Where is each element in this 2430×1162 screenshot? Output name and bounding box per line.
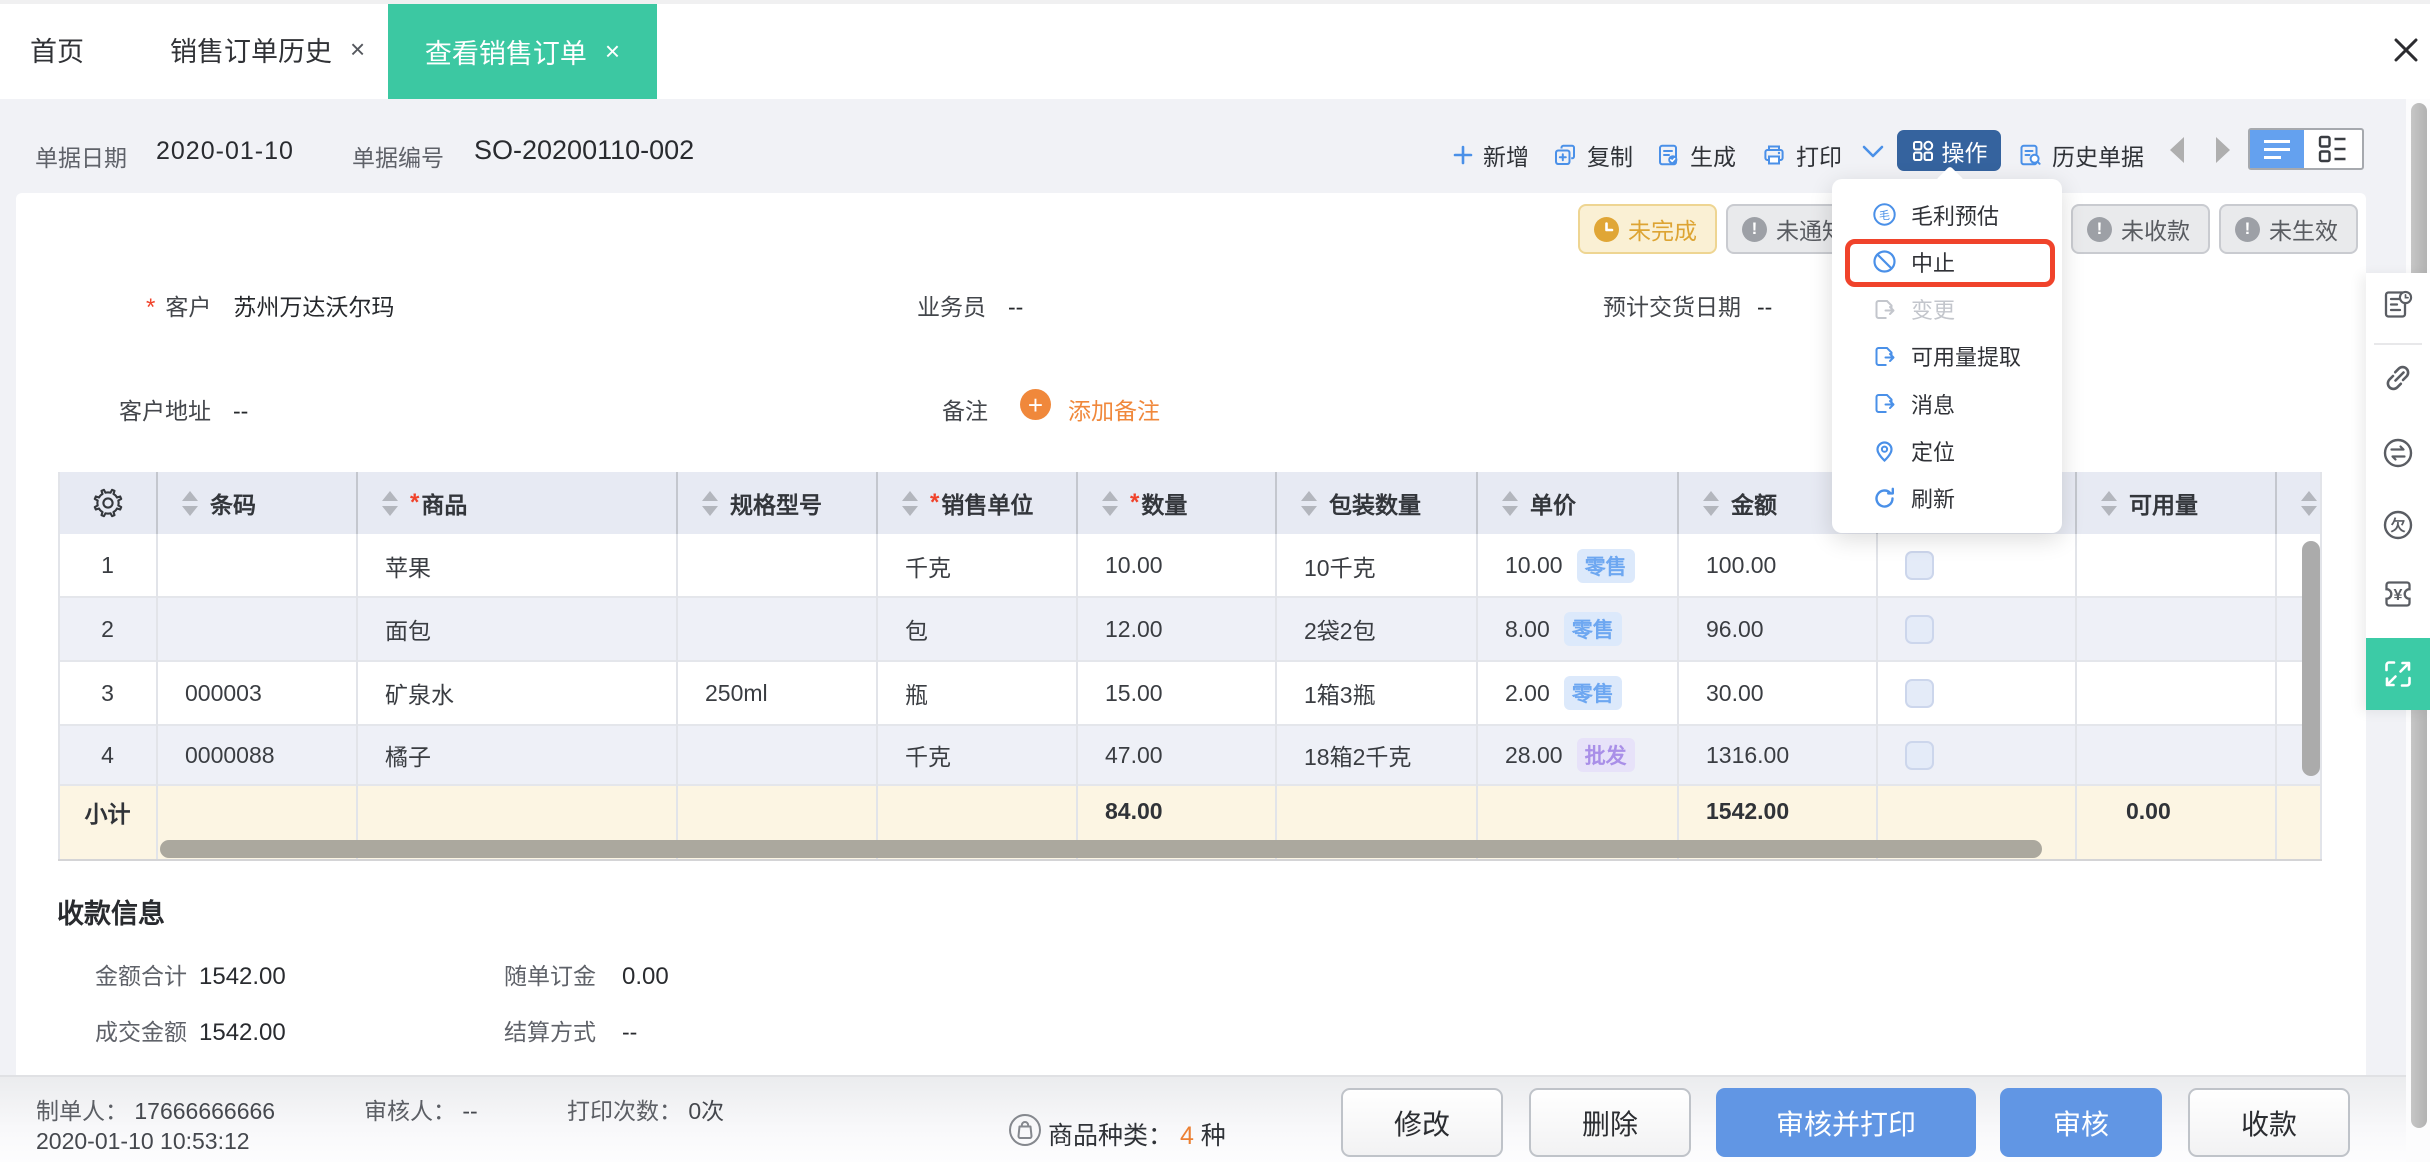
svg-text:毛: 毛 [1879, 209, 1890, 222]
svg-text:欠: 欠 [2390, 517, 2405, 535]
svg-text:¥: ¥ [2394, 587, 2403, 604]
